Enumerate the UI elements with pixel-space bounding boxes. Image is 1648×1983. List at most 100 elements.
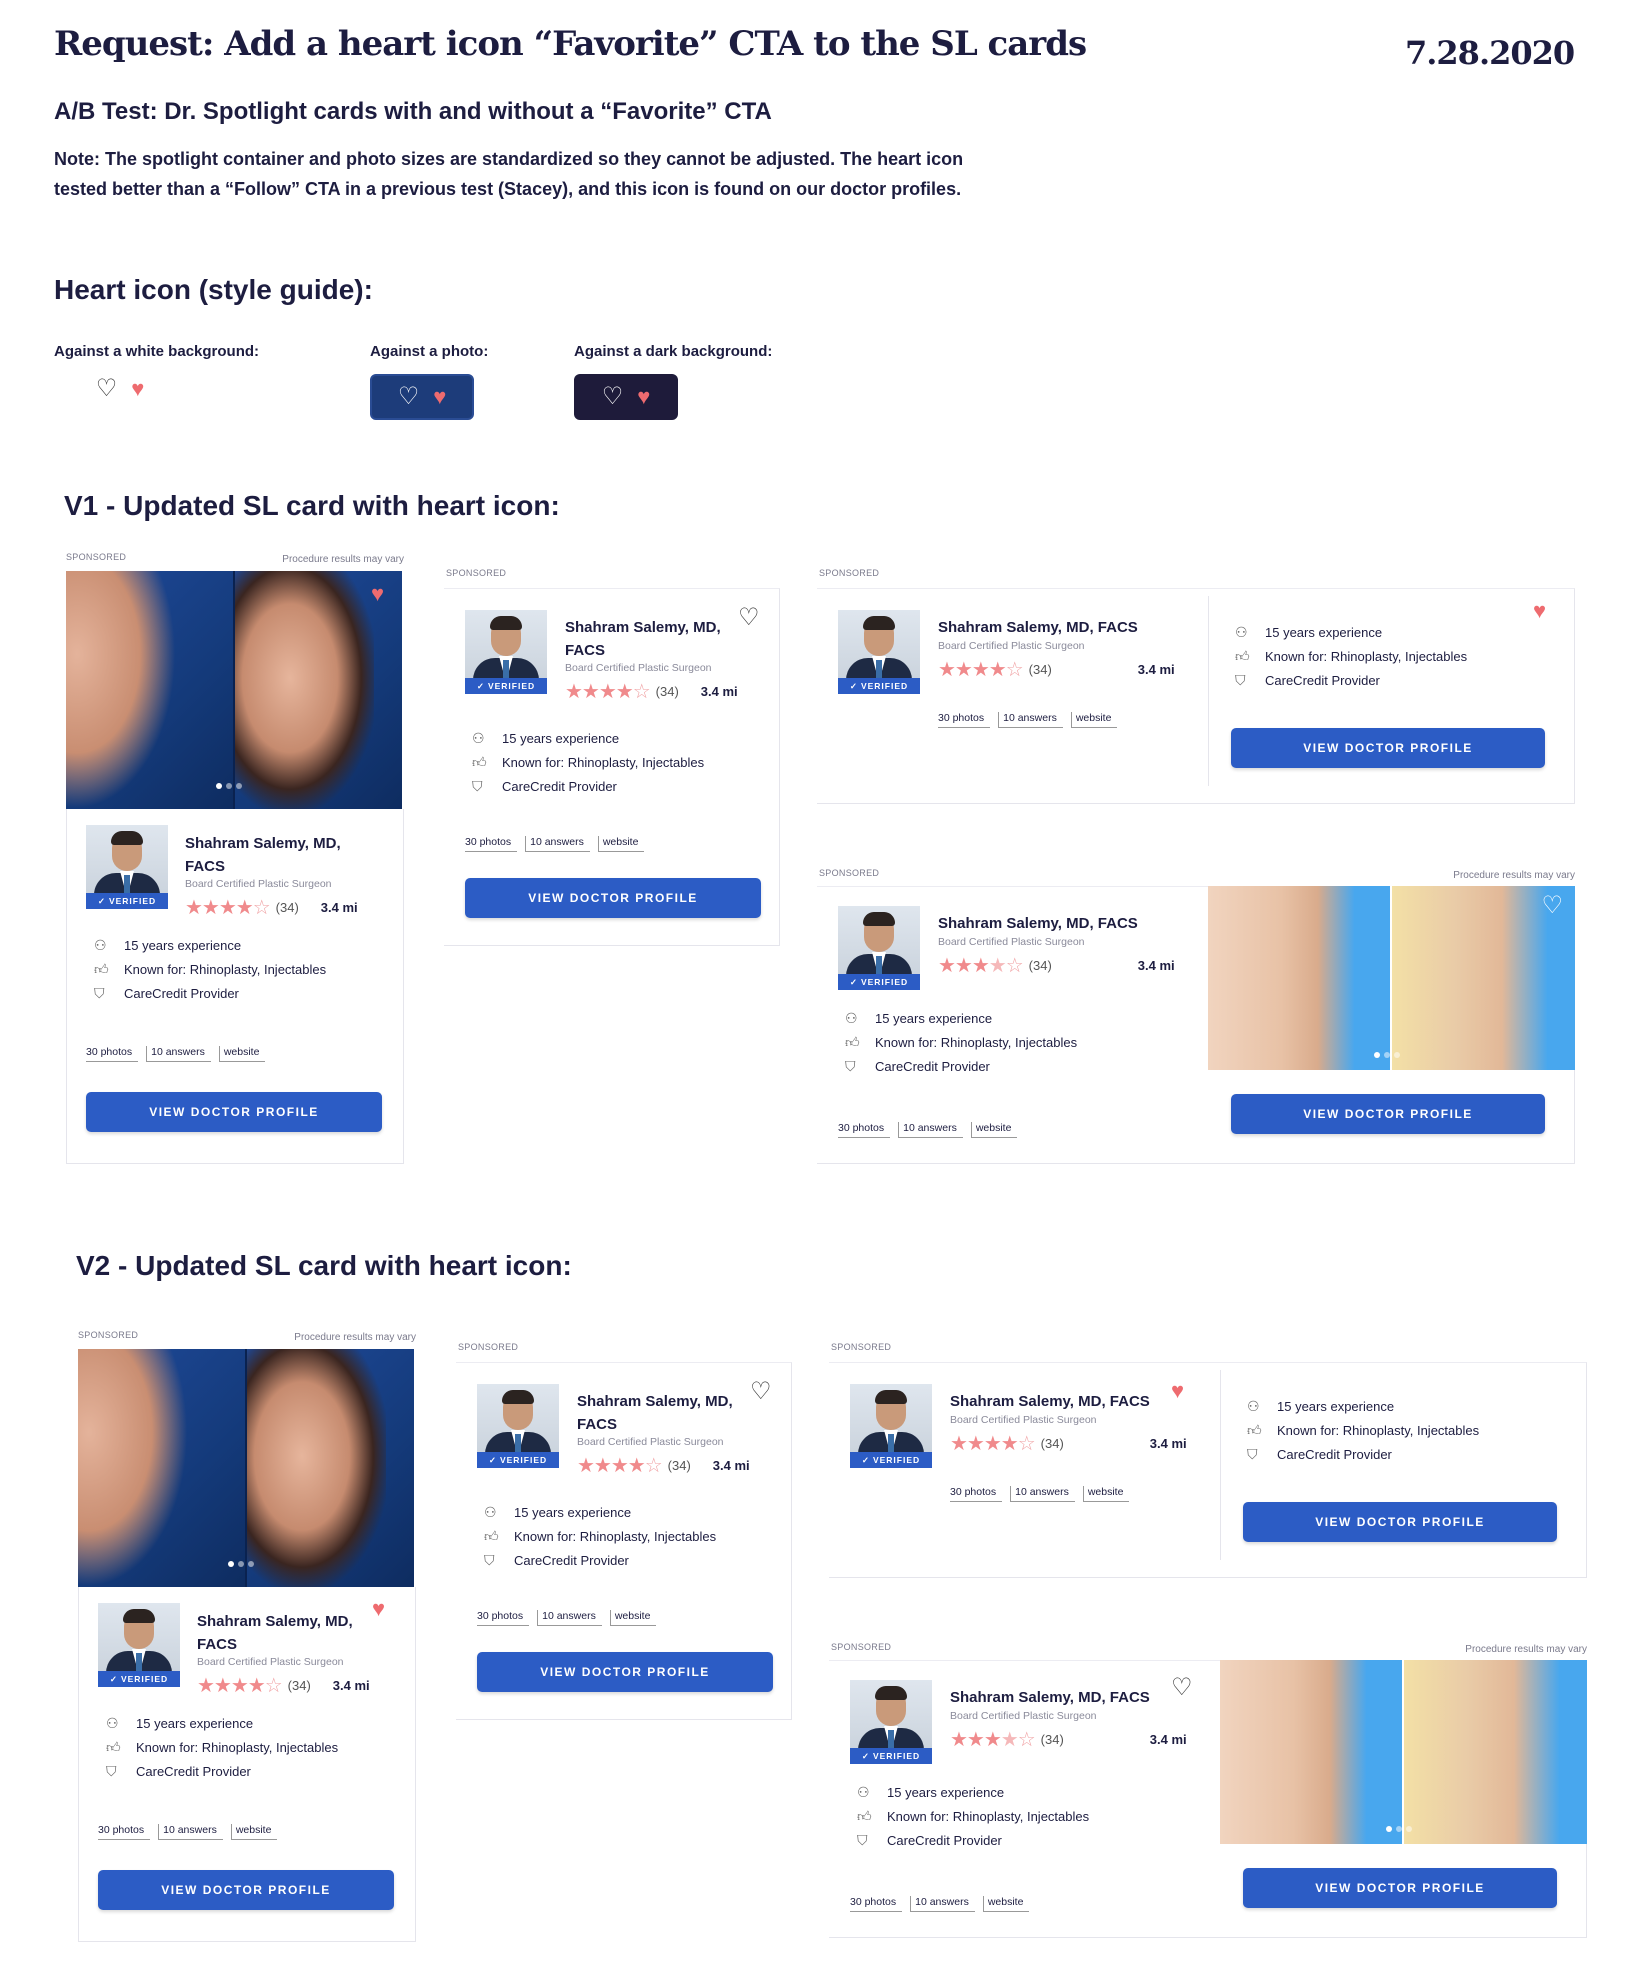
review-count[interactable]: (34) — [1041, 1436, 1064, 1451]
website-link[interactable]: website — [1082, 1486, 1130, 1502]
heart-filled-icon[interactable]: ♥ — [637, 386, 650, 408]
carecredit: CareCredit Provider — [136, 1763, 251, 1779]
check-icon: ✓ — [488, 1454, 497, 1465]
website-link[interactable]: website — [982, 1896, 1030, 1912]
heart-filled-icon[interactable]: ♥ — [371, 583, 384, 605]
answers-link[interactable]: 10 answers — [537, 1610, 602, 1626]
carecredit: CareCredit Provider — [887, 1832, 1002, 1848]
heart-outline-icon[interactable]: ♡ — [602, 385, 624, 409]
photos-link[interactable]: 30 photos — [465, 836, 518, 852]
before-after-photo[interactable]: ♡ — [1208, 886, 1575, 1070]
shield-check-icon: ⛉ — [106, 1762, 117, 1779]
photos-link[interactable]: 30 photos — [477, 1610, 530, 1626]
review-count[interactable]: (34) — [668, 1458, 691, 1473]
heart-filled-icon[interactable]: ♥ — [131, 378, 144, 400]
doctor-name[interactable]: Shahram Salemy, MD, FACS — [565, 616, 721, 662]
doctor-name[interactable]: Shahram Salemy, MD, FACS — [577, 1390, 733, 1436]
experience: 15 years experience — [1265, 624, 1383, 640]
before-after-photo[interactable] — [78, 1349, 414, 1587]
doctor-name[interactable]: Shahram Salemy, MD, FACS — [950, 1686, 1150, 1709]
answers-link[interactable]: 10 answers — [998, 712, 1063, 728]
website-link[interactable]: website — [597, 836, 645, 852]
view-profile-button[interactable]: VIEW DOCTOR PROFILE — [98, 1870, 394, 1910]
photos-link[interactable]: 30 photos — [98, 1824, 151, 1840]
review-count[interactable]: (34) — [288, 1678, 311, 1693]
check-icon: ✓ — [476, 680, 485, 691]
before-after-photo[interactable]: ♥ — [66, 571, 402, 809]
before-after-photo[interactable] — [1220, 1660, 1587, 1844]
answers-link[interactable]: 10 answers — [146, 1046, 211, 1062]
avatar: ✓ VERIFIED — [850, 1680, 932, 1764]
heart-outline-icon[interactable]: ♡ — [750, 1380, 772, 1404]
answers-link[interactable]: 10 answers — [910, 1896, 975, 1912]
note-line-2: tested better than a “Follow” CTA in a p… — [54, 179, 962, 199]
heart-filled-icon[interactable]: ♥ — [433, 386, 446, 408]
known-label: Known for: — [124, 961, 187, 977]
view-profile-button[interactable]: VIEW DOCTOR PROFILE — [1231, 728, 1545, 768]
shield-check-icon: ⛉ — [845, 1057, 856, 1074]
answers-link[interactable]: 10 answers — [898, 1122, 963, 1138]
view-profile-button[interactable]: VIEW DOCTOR PROFILE — [477, 1652, 773, 1692]
review-count[interactable]: (34) — [1041, 1732, 1064, 1747]
carecredit: CareCredit Provider — [1277, 1446, 1392, 1462]
doctor-name[interactable]: Shahram Salemy, MD, FACS — [938, 912, 1138, 935]
review-count[interactable]: (34) — [1029, 958, 1052, 973]
specialty: Board Certified Plastic Surgeon — [950, 1414, 1097, 1426]
answers-link[interactable]: 10 answers — [158, 1824, 223, 1840]
white-bg-hearts: ♡ ♥ — [80, 366, 160, 412]
doctor-name[interactable]: Shahram Salemy, MD, FACS — [938, 616, 1138, 639]
website-link[interactable]: website — [218, 1046, 266, 1062]
view-profile-button[interactable]: VIEW DOCTOR PROFILE — [1243, 1868, 1557, 1908]
known-value: Rhinoplasty, Injectables — [189, 961, 327, 977]
photos-link[interactable]: 30 photos — [938, 712, 991, 728]
heart-outline-icon[interactable]: ♡ — [398, 385, 420, 409]
answers-link[interactable]: 10 answers — [1010, 1486, 1075, 1502]
heart-outline-icon[interactable]: ♡ — [738, 606, 760, 630]
doctor-name[interactable]: Shahram Salemy, MD, FACS — [197, 1610, 353, 1656]
answers-link[interactable]: 10 answers — [525, 836, 590, 852]
specialty: Board Certified Plastic Surgeon — [577, 1436, 724, 1448]
distance: 3.4 mi — [712, 1458, 750, 1473]
review-count[interactable]: (34) — [276, 900, 299, 915]
view-profile-button[interactable]: VIEW DOCTOR PROFILE — [86, 1092, 382, 1132]
known-value: Rhinoplasty, Injectables — [1330, 648, 1468, 664]
star-rating: ★★★★☆ — [950, 1729, 1036, 1751]
known-label: Known for: — [875, 1034, 938, 1050]
photos-link[interactable]: 30 photos — [850, 1896, 903, 1912]
heart-filled-icon[interactable]: ♥ — [372, 1598, 385, 1620]
heart-outline-icon[interactable]: ♡ — [96, 377, 118, 401]
photo-bg-label: Against a photo: — [370, 343, 489, 360]
heart-outline-icon[interactable]: ♡ — [1541, 894, 1563, 918]
website-link[interactable]: website — [970, 1122, 1018, 1138]
distance: 3.4 mi — [1137, 958, 1175, 973]
view-profile-button[interactable]: VIEW DOCTOR PROFILE — [465, 878, 761, 918]
website-link[interactable]: website — [609, 1610, 657, 1626]
review-count[interactable]: (34) — [1029, 662, 1052, 677]
thumbs-up-icon: 👍︎ — [1235, 647, 1250, 664]
known-label: Known for: — [136, 1739, 199, 1755]
known-label: Known for: — [1277, 1422, 1340, 1438]
specialty: Board Certified Plastic Surgeon — [950, 1710, 1097, 1722]
view-profile-button[interactable]: VIEW DOCTOR PROFILE — [1231, 1094, 1545, 1134]
view-profile-button[interactable]: VIEW DOCTOR PROFILE — [1243, 1502, 1557, 1542]
doctor-name[interactable]: Shahram Salemy, MD, FACS — [185, 832, 341, 878]
star-rating: ★★★★☆ — [938, 659, 1024, 681]
website-link[interactable]: website — [230, 1824, 278, 1840]
star-rating: ★★★★☆ — [950, 1433, 1036, 1455]
heart-filled-icon[interactable]: ♥ — [1533, 600, 1546, 622]
page-date: 7.28.2020 — [1405, 34, 1575, 72]
heart-filled-icon[interactable]: ♥ — [1171, 1380, 1184, 1402]
known-label: Known for: — [502, 754, 565, 770]
known-label: Known for: — [1265, 648, 1328, 664]
page-subtitle: A/B Test: Dr. Spotlight cards with and w… — [54, 98, 772, 125]
sponsored-label: SPONSORED — [819, 868, 880, 878]
photos-link[interactable]: 30 photos — [838, 1122, 891, 1138]
doctor-name[interactable]: Shahram Salemy, MD, FACS — [950, 1390, 1150, 1413]
photos-link[interactable]: 30 photos — [950, 1486, 1003, 1502]
website-link[interactable]: website — [1070, 712, 1118, 728]
photos-link[interactable]: 30 photos — [86, 1046, 139, 1062]
heart-outline-icon[interactable]: ♡ — [1171, 1676, 1193, 1700]
known-label: Known for: — [887, 1808, 950, 1824]
review-count[interactable]: (34) — [656, 684, 679, 699]
known-value: Rhinoplasty, Injectables — [952, 1808, 1090, 1824]
